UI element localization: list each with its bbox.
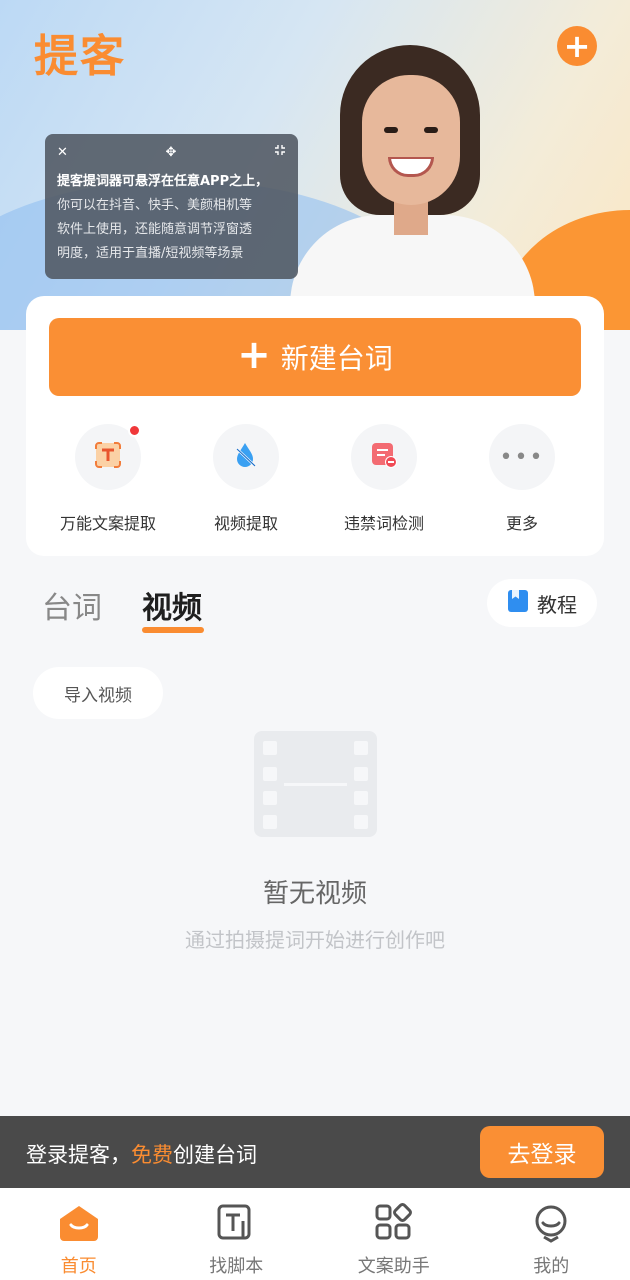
book-icon <box>507 589 529 618</box>
new-script-label: 新建台词 <box>280 342 393 375</box>
text-extract-icon <box>93 440 123 474</box>
more-icon: ••• <box>499 444 545 470</box>
forbidden-word-icon <box>369 440 399 474</box>
droplet-icon <box>231 440 261 474</box>
tool-label: 万能文案提取 <box>59 514 156 533</box>
shrink-icon <box>274 144 286 160</box>
nav-profile[interactable]: 我的 <box>473 1188 630 1280</box>
tool-video-extract[interactable]: 视频提取 <box>176 424 316 534</box>
notification-badge <box>128 424 141 437</box>
nav-home[interactable]: 首页 <box>0 1188 158 1280</box>
tool-label: 视频提取 <box>213 514 278 533</box>
prompter-line: 软件上使用，还能随意调节浮窗透 <box>57 222 253 237</box>
new-script-button[interactable]: + 新建台词 <box>49 318 581 396</box>
import-video-button[interactable]: 导入视频 <box>33 667 163 719</box>
nav-copywriting-assistant[interactable]: 文案助手 <box>315 1188 473 1280</box>
empty-state-title: 暂无视频 <box>262 879 367 909</box>
film-icon <box>254 731 377 837</box>
nav-label: 找脚本 <box>209 1256 264 1277</box>
login-button[interactable]: 去登录 <box>480 1126 604 1178</box>
floating-prompter-preview: ✕ ✥ 提客提词器可悬浮在任意APP之上， 你可以在抖音、快手、美颜相机等 软件… <box>45 134 298 279</box>
prompter-line: 你可以在抖音、快手、美颜相机等 <box>57 198 253 213</box>
tab-scripts[interactable]: 台词 <box>42 583 102 627</box>
hero-banner: 提客 + ✕ ✥ 提客提词器可悬浮在任意APP之上， 你可以在抖音、快手、美颜相… <box>0 0 630 330</box>
login-text-after: 创建台词 <box>173 1143 257 1167</box>
login-prompt-text: 登录提客，免费创建台词 <box>26 1139 257 1169</box>
tool-forbidden-word-check[interactable]: 违禁词检测 <box>314 424 454 534</box>
home-icon <box>57 1202 101 1244</box>
tab-videos[interactable]: 视频 <box>142 583 202 627</box>
tutorial-label: 教程 <box>537 592 577 617</box>
login-text-highlight: 免费 <box>131 1143 173 1167</box>
nav-label: 首页 <box>60 1256 97 1277</box>
apps-icon <box>374 1202 414 1244</box>
tool-label: 违禁词检测 <box>343 514 424 533</box>
move-icon: ✥ <box>165 144 177 160</box>
app-logo: 提客 <box>34 31 126 82</box>
tool-label: 更多 <box>505 514 538 533</box>
bottom-nav: 首页 找脚本 文案助手 我的 <box>0 1188 630 1280</box>
empty-state-subtitle: 通过拍摄提词开始进行创作吧 <box>185 928 445 952</box>
nav-label: 我的 <box>533 1256 570 1277</box>
action-card: + 新建台词 万能文案提取 视频提取 违禁词检测 ••• 更多 <box>26 296 604 556</box>
active-tab-indicator <box>142 627 204 633</box>
nav-label: 文案助手 <box>357 1256 430 1277</box>
plus-circle-icon[interactable]: + <box>557 26 597 66</box>
plus-icon: + <box>237 332 271 378</box>
tool-text-extract[interactable]: 万能文案提取 <box>38 424 178 534</box>
nav-find-script[interactable]: 找脚本 <box>158 1188 316 1280</box>
close-icon: ✕ <box>57 144 68 160</box>
script-icon <box>216 1202 256 1244</box>
hero-person-illustration <box>290 45 540 325</box>
prompter-line: 明度，适用于直播/短视频等场景 <box>57 246 244 261</box>
tutorial-button[interactable]: 教程 <box>487 579 597 627</box>
login-text-before: 登录提客， <box>26 1143 131 1167</box>
login-banner: 登录提客，免费创建台词 去登录 <box>0 1116 630 1188</box>
prompter-line: 提客提词器可悬浮在任意APP之上， <box>57 174 269 189</box>
profile-icon <box>531 1202 571 1244</box>
tool-more[interactable]: ••• 更多 <box>452 424 592 534</box>
